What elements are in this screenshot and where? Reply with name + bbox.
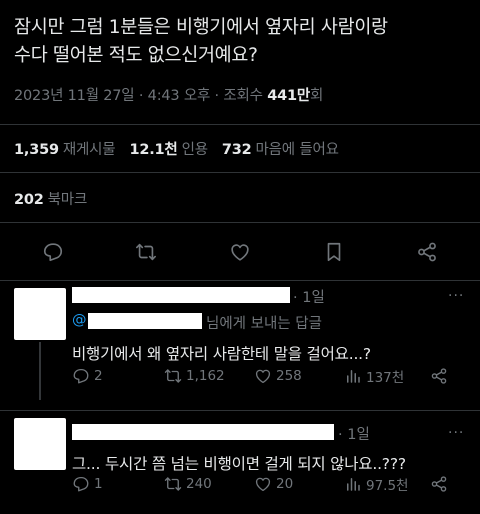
view-count: 137천 (366, 370, 405, 386)
retweet-icon (136, 243, 157, 261)
heart-icon (231, 244, 249, 261)
like-button[interactable] (222, 234, 258, 270)
avatar[interactable] (14, 418, 66, 470)
bookmarks-count: 202 (14, 192, 44, 208)
likes-stat[interactable]: 732 마음에 들어요 (222, 142, 339, 158)
tweet-text: 잠시만 그럼 1분들은 비행기에서 옆자리 사람이랑 수다 떨어본 적도 없으신… (14, 14, 470, 70)
analytics-icon (347, 370, 360, 383)
divider (0, 410, 480, 411)
bookmark-icon (327, 242, 340, 262)
thread-line (39, 342, 41, 400)
bookmarks-stat[interactable]: 202 북마크 (14, 188, 87, 209)
retweets-count: 1,359 (14, 142, 59, 158)
reply-timestamp[interactable]: · 1일 (338, 423, 370, 444)
more-icon[interactable]: ··· (448, 288, 464, 304)
retweet-button[interactable]: 240 (164, 475, 212, 493)
retweet-count: 1,162 (186, 368, 225, 384)
reply-icon (73, 476, 89, 492)
redacted-mention[interactable] (88, 313, 202, 329)
tweet-timestamp[interactable]: 2023년 11월 27일 · 4:43 오후 · 조회수 (14, 88, 267, 104)
more-icon[interactable]: ··· (448, 425, 464, 441)
quotes-stat[interactable]: 12.1천 인용 (129, 142, 208, 158)
like-count: 20 (276, 476, 294, 492)
likes-label: 마음에 들어요 (255, 142, 339, 158)
heart-icon (255, 477, 271, 492)
reply-icon (43, 243, 62, 262)
reply-text: 그... 두시간 쯤 넘는 비행이면 걸게 되지 않나요..??? (72, 455, 406, 473)
reply-button[interactable]: 2 (72, 367, 103, 385)
reply-icon (73, 368, 89, 384)
share-icon (431, 476, 447, 492)
heart-icon (255, 369, 271, 384)
retweet-button[interactable] (128, 234, 164, 270)
like-count: 258 (276, 368, 302, 384)
view-count: 97.5천 (366, 478, 409, 494)
avatar[interactable] (14, 288, 66, 340)
divider (0, 222, 480, 223)
like-button[interactable]: 258 (254, 367, 302, 385)
retweets-label: 재게시물 (62, 142, 116, 158)
redacted-username[interactable] (72, 287, 290, 303)
share-icon (418, 242, 437, 262)
reply-count: 2 (94, 368, 103, 384)
reply-count: 1 (94, 476, 103, 492)
reply-to-mention[interactable]: @ (72, 312, 87, 328)
tweet-meta: 2023년 11월 27일 · 4:43 오후 · 조회수 441만회 (14, 84, 323, 105)
reply-button[interactable] (35, 234, 71, 270)
retweet-icon (164, 369, 182, 383)
quotes-count: 12.1천 (129, 142, 178, 158)
quotes-label: 인용 (181, 142, 208, 158)
view-count: 441만 (267, 88, 310, 104)
reply-button[interactable]: 1 (72, 475, 103, 493)
view-count-suffix: 회 (310, 88, 324, 104)
tweet-text-line: 수다 떨어본 적도 없으신거예요? (14, 45, 258, 66)
redacted-username[interactable] (72, 424, 334, 440)
retweets-stat[interactable]: 1,359 재게시물 (14, 142, 116, 158)
divider (0, 280, 480, 281)
reply-text: 비행기에서 왜 옆자리 사람한테 말을 걸어요...? (72, 345, 371, 363)
retweet-count: 240 (186, 476, 212, 492)
retweet-button[interactable]: 1,162 (164, 367, 225, 385)
bookmarks-label: 북마크 (47, 192, 88, 208)
share-button[interactable] (409, 234, 445, 270)
retweet-icon (164, 477, 182, 491)
reply-to-suffix: 님에게 보내는 답글 (206, 316, 322, 332)
engagement-stats: 1,359 재게시물 12.1천 인용 732 마음에 들어요 (14, 138, 339, 159)
bookmark-button[interactable] (316, 234, 352, 270)
divider (0, 124, 480, 125)
views-button[interactable]: 137천 (344, 366, 404, 386)
replying-to: @ (72, 312, 87, 328)
reply-timestamp[interactable]: · 1일 (293, 286, 325, 307)
share-icon (431, 368, 447, 384)
views-button[interactable]: 97.5천 (344, 474, 408, 494)
analytics-icon (347, 478, 360, 491)
tweet-action-bar (0, 232, 480, 272)
share-button[interactable] (430, 475, 448, 493)
divider (0, 172, 480, 173)
likes-count: 732 (221, 142, 252, 158)
share-button[interactable] (430, 367, 448, 385)
tweet-text-line: 잠시만 그럼 1분들은 비행기에서 옆자리 사람이랑 (14, 17, 388, 38)
like-button[interactable]: 20 (254, 475, 293, 493)
